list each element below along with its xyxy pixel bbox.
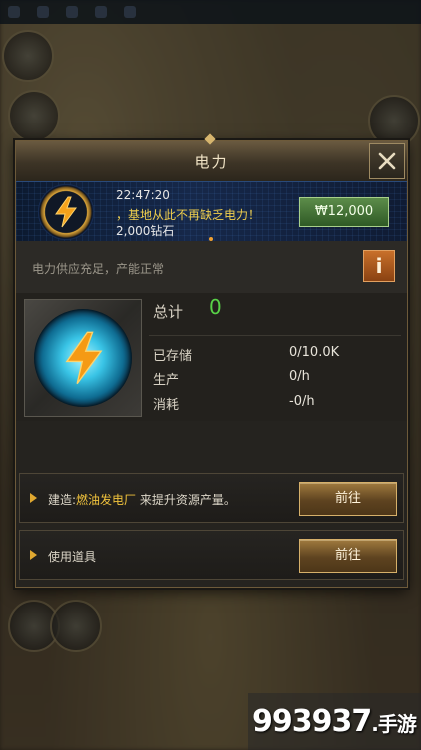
item-action-text: 使用道具 xyxy=(48,550,97,564)
item-action-row: 使用道具 前往 xyxy=(19,530,404,580)
power-dialog: 电力 22:47:20 ，基地从此不再缺乏电力！ 2,000钻石 ₩12,000… xyxy=(15,133,408,588)
total-label: 总计 xyxy=(153,303,184,321)
lightning-icon xyxy=(55,196,77,228)
power-icon-frame xyxy=(24,299,142,417)
event-banner[interactable]: 22:47:20 ，基地从此不再缺乏电力！ 2,000钻石 ₩12,000 xyxy=(16,181,407,243)
arrow-right-icon xyxy=(30,550,37,560)
close-icon xyxy=(378,152,396,170)
info-button[interactable]: i xyxy=(363,250,395,282)
go-build-button[interactable]: 前往 xyxy=(299,482,397,516)
total-value: 0 xyxy=(209,295,222,319)
consumption-value: -0/h xyxy=(289,394,315,409)
stored-value: 0/10.0K xyxy=(289,345,340,360)
lightning-icon xyxy=(65,331,103,385)
build-suffix: 来提升资源产量。 xyxy=(136,493,236,507)
dialog-title-bar: 电力 xyxy=(16,133,407,182)
purchase-button[interactable]: ₩12,000 xyxy=(299,197,389,227)
go-items-button[interactable]: 前往 xyxy=(299,539,397,573)
watermark-number: 993937 xyxy=(252,704,372,739)
dialog-title: 电力 xyxy=(194,153,229,171)
building-name-link: 燃油发电厂 xyxy=(76,493,137,507)
banner-badge xyxy=(38,184,94,240)
power-orb xyxy=(34,309,132,407)
resource-panel: 总计 0 已存储 0/10.0K 生产 0/h 消耗 -0/h xyxy=(16,293,407,421)
site-watermark: 993937.手游 xyxy=(248,693,421,750)
arrow-right-icon xyxy=(30,493,37,503)
banner-message: ，基地从此不再缺乏电力！ xyxy=(116,208,261,222)
build-prefix: 建造: xyxy=(48,493,77,507)
consumption-label: 消耗 xyxy=(153,398,180,413)
stored-label: 已存储 xyxy=(153,349,193,364)
close-button[interactable] xyxy=(369,143,405,179)
watermark-suffix: .手游 xyxy=(371,712,417,736)
build-action-text: 建造:燃油发电厂 来提升资源产量。 xyxy=(48,491,236,508)
production-value: 0/h xyxy=(289,369,310,384)
status-text: 电力供应充足，产能正常 xyxy=(32,262,165,276)
build-action-row: 建造:燃油发电厂 来提升资源产量。 前往 xyxy=(19,473,404,523)
production-label: 生产 xyxy=(153,373,180,388)
banner-countdown: 22:47:20 xyxy=(116,188,170,202)
status-row: 电力供应充足，产能正常 i xyxy=(16,241,407,294)
divider xyxy=(149,335,401,336)
banner-reward: 2,000钻石 xyxy=(116,224,175,238)
